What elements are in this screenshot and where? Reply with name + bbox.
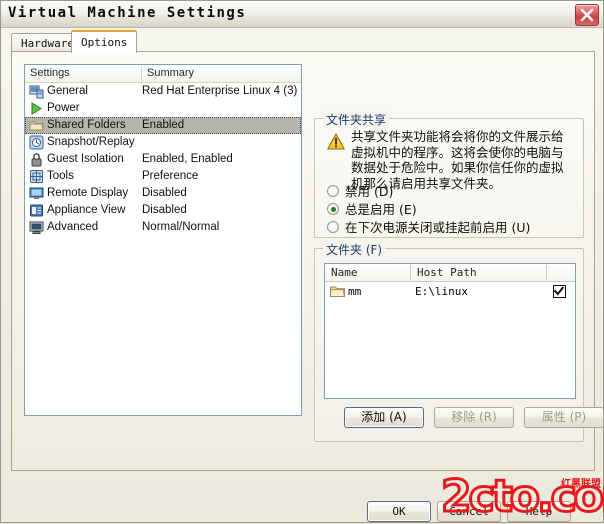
folder-enabled-checkbox[interactable] xyxy=(553,285,566,298)
settings-row-summary: Normal/Normal xyxy=(142,219,219,236)
settings-row-advanced[interactable]: Advanced Normal/Normal xyxy=(25,219,301,236)
help-button[interactable]: Help xyxy=(507,501,571,522)
folder-icon xyxy=(330,285,345,298)
options-tab-panel: Settings Summary General Red Hat Enterpr… xyxy=(11,51,595,471)
tab-strip: Hardware Options xyxy=(11,30,595,52)
settings-row-summary: Enabled xyxy=(142,117,184,134)
column-header-settings[interactable]: Settings xyxy=(25,66,142,81)
shared-folders-icon xyxy=(29,118,44,133)
settings-row-appliance-view[interactable]: Appliance View Disabled xyxy=(25,202,301,219)
settings-row-label: Appliance View xyxy=(47,202,125,219)
folder-sharing-group: 文件夹共享 共享文件夹功能将会将你的文件展示给虚拟机中的程序。这将会使你的电脑与… xyxy=(314,118,584,238)
settings-row-power[interactable]: Power xyxy=(25,100,301,117)
folder-properties-button[interactable]: 属性 (P) xyxy=(524,407,604,428)
cancel-button[interactable]: Cancel xyxy=(437,501,501,522)
settings-list-header: Settings Summary xyxy=(25,65,301,83)
folder-sharing-legend: 文件夹共享 xyxy=(323,111,389,128)
settings-row-label: Power xyxy=(47,100,80,117)
radio-label: 总是启用 (E) xyxy=(345,201,417,218)
add-folder-button[interactable]: 添加 (A) xyxy=(344,407,424,428)
warning-icon xyxy=(327,133,345,150)
tab-options[interactable]: Options xyxy=(71,30,137,53)
table-row[interactable]: mm E:\linux xyxy=(325,282,575,301)
power-icon xyxy=(29,101,44,116)
settings-row-label: Shared Folders xyxy=(47,117,126,134)
folders-legend: 文件夹 (F) xyxy=(323,241,385,258)
settings-row-summary: Disabled xyxy=(142,185,187,202)
folders-table-header: Name Host Path xyxy=(325,264,575,282)
column-header-enabled[interactable] xyxy=(547,265,575,280)
settings-row-label: Guest Isolation xyxy=(47,151,124,168)
settings-row-label: Advanced xyxy=(47,219,98,236)
ok-button[interactable]: OK xyxy=(367,501,431,522)
settings-row-tools[interactable]: Tools Preference xyxy=(25,168,301,185)
remove-folder-button[interactable]: 移除 (R) xyxy=(434,407,514,428)
folder-sharing-warning-text: 共享文件夹功能将会将你的文件展示给虚拟机中的程序。这将会使你的电脑与数据处于危险… xyxy=(351,129,571,191)
title-bar: Virtual Machine Settings xyxy=(1,1,603,28)
settings-row-label: General xyxy=(47,83,88,100)
radio-button-indicator xyxy=(327,221,339,233)
radio-label: 禁用 (D) xyxy=(345,183,393,200)
settings-row-label: Snapshot/Replay xyxy=(47,134,135,151)
settings-list[interactable]: Settings Summary General Red Hat Enterpr… xyxy=(24,64,302,416)
settings-row-summary: Preference xyxy=(142,168,198,185)
folder-name: mm xyxy=(348,282,361,301)
folder-host-path: E:\linux xyxy=(415,282,468,301)
settings-row-summary: Disabled xyxy=(142,202,187,219)
watermark-sub-text: 红黑联盟 xyxy=(561,475,601,490)
appliance-icon xyxy=(29,203,44,218)
snapshot-icon xyxy=(29,135,44,150)
remote-display-icon xyxy=(29,186,44,201)
settings-row-remote-display[interactable]: Remote Display Disabled xyxy=(25,185,301,202)
folders-table[interactable]: Name Host Path mm E:\linux xyxy=(324,263,576,399)
window-title: Virtual Machine Settings xyxy=(8,5,246,21)
close-icon[interactable] xyxy=(575,4,599,26)
settings-row-label: Remote Display xyxy=(47,185,128,202)
settings-row-summary: Enabled, Enabled xyxy=(142,151,233,168)
virtual-machine-settings-dialog: Virtual Machine Settings Hardware Option… xyxy=(0,0,604,523)
column-header-host-path[interactable]: Host Path xyxy=(411,265,547,280)
column-header-summary[interactable]: Summary xyxy=(142,66,302,81)
tools-icon xyxy=(29,169,44,184)
folders-group: 文件夹 (F) Name Host Path mm E:\linux xyxy=(314,248,584,442)
advanced-icon xyxy=(29,220,44,235)
radio-button-indicator xyxy=(327,203,339,215)
radio-label: 在下次电源关闭或挂起前启用 (U) xyxy=(345,219,530,236)
settings-row-guest-isolation[interactable]: Guest Isolation Enabled, Enabled xyxy=(25,151,301,168)
settings-row-summary: Red Hat Enterprise Linux 4 (3) xyxy=(142,83,297,100)
lock-icon xyxy=(29,152,44,167)
settings-row-snapshot-replay[interactable]: Snapshot/Replay xyxy=(25,134,301,151)
general-icon xyxy=(29,84,44,99)
settings-row-general[interactable]: General Red Hat Enterprise Linux 4 (3) xyxy=(25,83,301,100)
settings-row-shared-folders[interactable]: Shared Folders Enabled xyxy=(25,117,301,134)
column-header-name[interactable]: Name xyxy=(325,265,411,280)
settings-row-label: Tools xyxy=(47,168,74,185)
radio-button-indicator xyxy=(327,185,339,197)
